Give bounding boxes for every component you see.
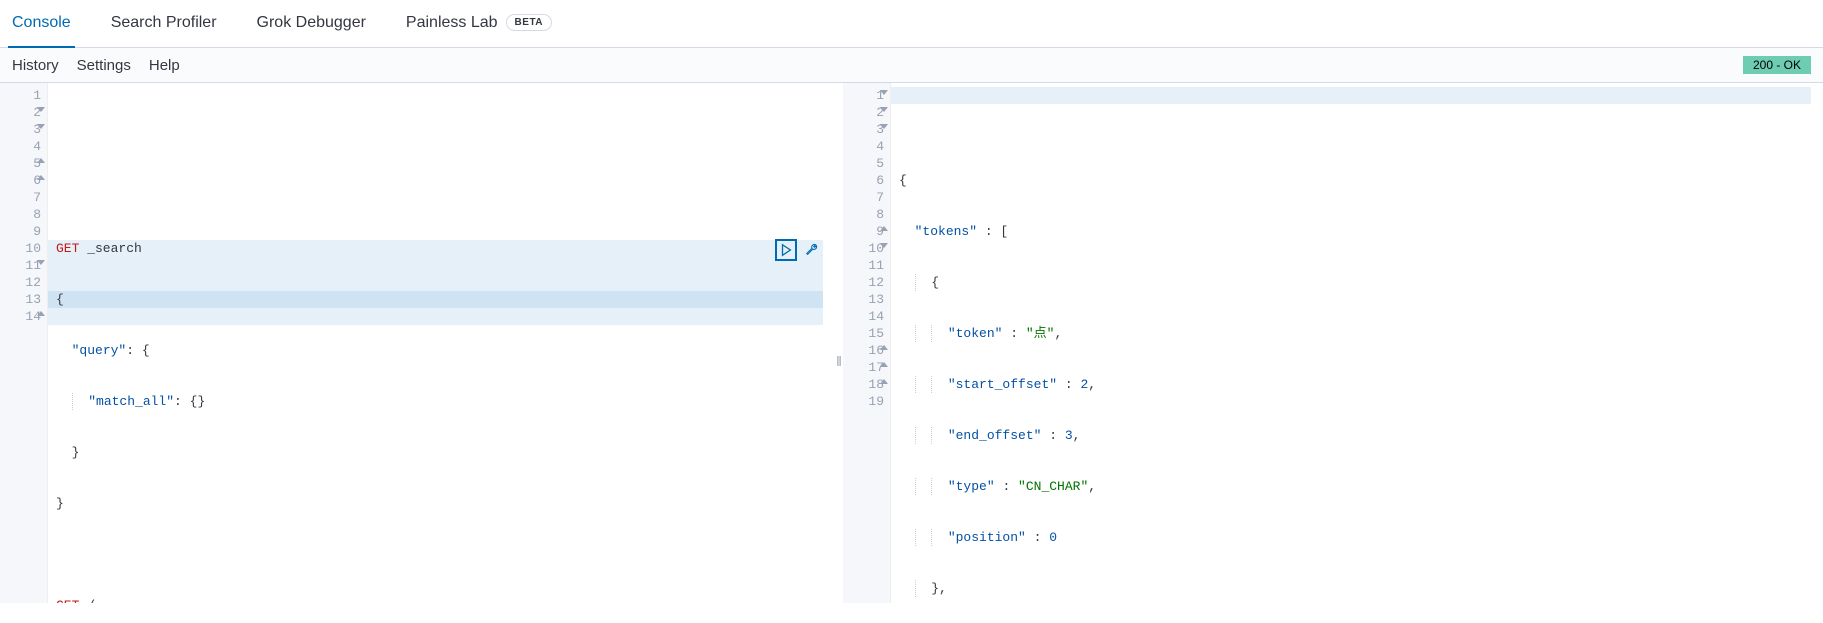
line-number: 4 [876, 139, 884, 154]
help-link[interactable]: Help [149, 57, 180, 74]
code-text: : [1002, 326, 1025, 341]
fold-toggle-icon[interactable] [37, 124, 45, 129]
line-number: 7 [876, 190, 884, 205]
beta-badge: BETA [506, 14, 552, 31]
line-number: 8 [876, 207, 884, 222]
line-number: 6 [876, 173, 884, 188]
code-text: : [1026, 530, 1049, 545]
line-number: 12 [868, 275, 884, 290]
line-number: 13 [25, 292, 41, 307]
cursor-line-highlight [891, 87, 1811, 104]
json-key: "query" [72, 343, 127, 358]
line-number: 12 [25, 275, 41, 290]
request-path: / [79, 598, 95, 603]
code-text: } [72, 445, 80, 460]
request-path: _search [79, 241, 141, 256]
line-number: 19 [868, 394, 884, 409]
code-text [56, 546, 835, 563]
history-link[interactable]: History [12, 57, 59, 74]
code-text: : [995, 479, 1018, 494]
request-gutter: 1 2 3 4 5 6 7 8 9 10 11 12 13 14 [0, 83, 48, 603]
fold-toggle-icon[interactable] [880, 362, 888, 367]
fold-toggle-icon[interactable] [37, 107, 45, 112]
tab-search-profiler[interactable]: Search Profiler [107, 0, 221, 48]
json-number: 3 [1065, 428, 1073, 443]
json-key: "start_offset" [948, 377, 1057, 392]
line-number: 9 [33, 224, 41, 239]
code-text: }, [931, 581, 947, 596]
code-text: : [1057, 377, 1080, 392]
json-string: "CN_CHAR" [1018, 479, 1088, 494]
tab-painless-lab[interactable]: Painless Lab BETA [402, 0, 556, 48]
pane-splitter[interactable]: ‖ [835, 83, 843, 603]
line-number: 14 [868, 309, 884, 324]
code-text: } [56, 495, 835, 512]
code-text: : {} [174, 394, 205, 409]
fold-toggle-icon[interactable] [880, 243, 888, 248]
code-text: : [1041, 428, 1064, 443]
http-method: GET [56, 241, 79, 256]
fold-toggle-icon[interactable] [880, 90, 888, 95]
code-text: : [ [977, 224, 1008, 239]
response-gutter: 1 2 3 4 5 6 7 8 9 10 11 12 13 14 15 16 1… [843, 83, 891, 603]
tab-grok-debugger[interactable]: Grok Debugger [253, 0, 370, 48]
dev-tools-tabs: Console Search Profiler Grok Debugger Pa… [0, 0, 1823, 48]
console-subbar: History Settings Help 200 - OK [0, 48, 1823, 83]
line-number: 8 [33, 207, 41, 222]
fold-toggle-icon[interactable] [880, 226, 888, 231]
fold-toggle-icon[interactable] [37, 311, 45, 316]
request-pane: 1 2 3 4 5 6 7 8 9 10 11 12 13 14 [0, 83, 835, 603]
response-viewer[interactable]: { "tokens" : [ { "token" : "点", "start_o… [891, 83, 1823, 603]
response-pane: 1 2 3 4 5 6 7 8 9 10 11 12 13 14 15 16 1… [843, 83, 1823, 603]
code-text: , [1088, 377, 1096, 392]
line-number: 11 [868, 258, 884, 273]
request-options-button[interactable] [801, 239, 823, 261]
code-text: { [899, 172, 1823, 189]
fold-toggle-icon[interactable] [880, 107, 888, 112]
editor-panes: 1 2 3 4 5 6 7 8 9 10 11 12 13 14 [0, 83, 1823, 603]
code-text: , [1073, 428, 1081, 443]
wrench-icon [805, 243, 819, 257]
code-text: : { [126, 343, 149, 358]
request-editor[interactable]: GET _search { "query": { "match_all": {}… [48, 83, 835, 603]
play-icon [779, 243, 793, 257]
json-key: "match_all" [88, 394, 174, 409]
line-number: 7 [33, 190, 41, 205]
fold-toggle-icon[interactable] [37, 260, 45, 265]
line-number: 10 [25, 241, 41, 256]
json-number: 0 [1049, 530, 1057, 545]
status-badge: 200 - OK [1743, 56, 1811, 74]
line-number: 13 [868, 292, 884, 307]
json-key: "type" [948, 479, 995, 494]
fold-toggle-icon[interactable] [880, 345, 888, 350]
line-number: 4 [33, 139, 41, 154]
code-text: , [1054, 326, 1062, 341]
line-number: 15 [868, 326, 884, 341]
http-method: GET [56, 598, 79, 603]
code-text: { [56, 291, 835, 308]
json-key: "token" [948, 326, 1003, 341]
fold-toggle-icon[interactable] [37, 158, 45, 163]
line-number: 5 [876, 156, 884, 171]
fold-toggle-icon[interactable] [880, 124, 888, 129]
json-key: "end_offset" [948, 428, 1042, 443]
code-text: { [931, 275, 939, 290]
fold-toggle-icon[interactable] [880, 379, 888, 384]
json-key: "tokens" [915, 224, 977, 239]
settings-link[interactable]: Settings [77, 57, 131, 74]
json-key: "position" [948, 530, 1026, 545]
tab-console[interactable]: Console [8, 0, 75, 48]
tab-painless-lab-label: Painless Lab [406, 14, 498, 32]
run-request-button[interactable] [775, 239, 797, 261]
fold-toggle-icon[interactable] [37, 175, 45, 180]
code-text: , [1088, 479, 1096, 494]
line-number: 1 [33, 88, 41, 103]
json-string: "点" [1026, 326, 1055, 341]
